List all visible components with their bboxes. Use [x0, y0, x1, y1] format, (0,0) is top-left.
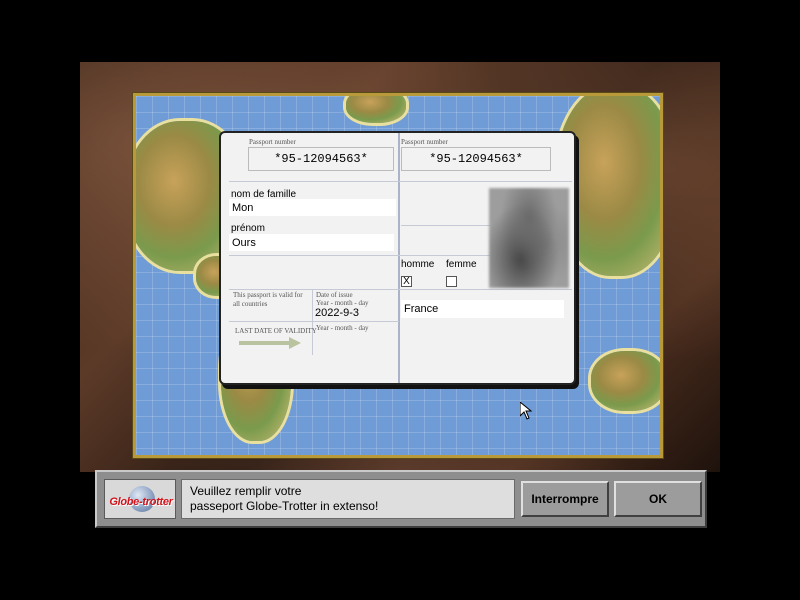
globe-trotter-logo: Globe-trotter	[104, 479, 176, 519]
divider	[401, 255, 491, 256]
divider	[229, 321, 399, 322]
divider	[312, 289, 313, 355]
date-of-issue-label: Date of issue	[316, 291, 353, 299]
date-of-issue-value: 2022-9-3	[315, 307, 360, 319]
message-line-1: Veuillez remplir votre	[190, 484, 302, 498]
logo-text: Globe-trotter	[109, 496, 173, 508]
australia-landmass	[591, 351, 660, 411]
message-panel: Globe-trotter Veuillez remplir votre pas…	[95, 470, 707, 528]
divider	[229, 255, 401, 256]
male-label: homme	[401, 259, 435, 270]
message-box: Veuillez remplir votre passeport Globe-T…	[181, 479, 515, 519]
passport-photo	[489, 188, 569, 288]
firstname-input[interactable]	[229, 234, 394, 251]
passport-number-label-right: Passport number	[401, 138, 448, 146]
female-checkbox[interactable]	[446, 276, 457, 287]
date-format-label-2: Year - month - day	[316, 324, 369, 332]
divider	[229, 289, 572, 290]
arrow-right-icon	[239, 337, 301, 349]
male-checkbox[interactable]: X	[401, 276, 412, 287]
surname-input[interactable]	[229, 199, 396, 216]
passport-spine	[398, 133, 400, 383]
divider	[401, 225, 491, 226]
female-label: femme	[446, 259, 477, 270]
mouse-pointer-icon	[520, 402, 532, 420]
passport-form: Passport number *95-12094563* Passport n…	[219, 131, 576, 385]
greenland-landmass	[346, 96, 406, 123]
passport-number-left: *95-12094563*	[248, 147, 394, 171]
validity-text: This passport is valid for all countries	[233, 291, 303, 308]
last-date-validity-label: LAST DATE OF VALIDITY	[235, 327, 317, 335]
message-line-2: passeport Globe-Trotter in extenso!	[190, 499, 379, 513]
country-input[interactable]	[401, 300, 564, 318]
passport-number-label-left: Passport number	[249, 138, 296, 146]
firstname-label: prénom	[231, 223, 265, 234]
ok-button[interactable]: OK	[614, 481, 702, 517]
divider	[229, 181, 572, 182]
interrupt-button[interactable]: Interrompre	[521, 481, 609, 517]
passport-number-right: *95-12094563*	[401, 147, 551, 171]
date-format-label: Year - month - day	[316, 299, 369, 307]
